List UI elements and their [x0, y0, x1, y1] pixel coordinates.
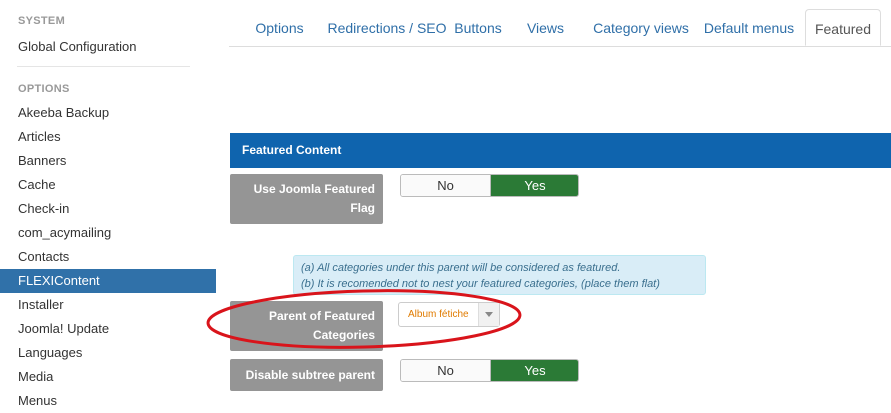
sidebar-item-contacts[interactable]: Contacts [0, 245, 216, 269]
sidebar-item-flexicontent[interactable]: FLEXIContent [0, 269, 216, 293]
sidebar-item-check-in[interactable]: Check-in [0, 197, 216, 221]
info-line-a: (a) All categories under this parent wil… [301, 262, 621, 274]
disable-subtree-no[interactable]: No [401, 360, 491, 381]
parent-featured-categories-label-text: Parent of Featured Categories [268, 309, 375, 342]
disable-subtree-yes[interactable]: Yes [491, 360, 578, 381]
use-featured-flag-no[interactable]: No [401, 175, 491, 196]
sidebar-item-articles[interactable]: Articles [0, 125, 216, 149]
sidebar-item-joomla-update[interactable]: Joomla! Update [0, 317, 216, 341]
settings-tabs: Options Redirections / SEO Buttons Views… [229, 9, 891, 47]
panel-header-featured-content: Featured Content [230, 133, 891, 168]
tab-views[interactable]: Views [516, 9, 575, 46]
disable-subtree-parent-label-text: Disable subtree parent [245, 367, 375, 382]
sidebar-item-cache[interactable]: Cache [0, 173, 216, 197]
sidebar-item-global-configuration[interactable]: Global Configuration [18, 39, 137, 54]
sidebar-item-media[interactable]: Media [0, 365, 216, 389]
tab-default-menus[interactable]: Default menus [699, 9, 799, 46]
use-featured-flag-label: Use Joomla Featured Flag [230, 174, 383, 224]
tab-category-views[interactable]: Category views [585, 9, 697, 46]
tab-buttons[interactable]: Buttons [442, 9, 514, 46]
disable-subtree-parent-label: Disable subtree parent [230, 359, 383, 391]
disable-subtree-parent-toggle: No Yes [400, 359, 579, 382]
sidebar-item-installer[interactable]: Installer [0, 293, 216, 317]
parent-featured-categories-label: Parent of Featured Categories [230, 301, 383, 351]
info-line-b: (b) It is recomended not to nest your fe… [301, 278, 660, 290]
use-featured-flag-label-text: Use Joomla Featured Flag [253, 182, 375, 215]
sidebar-divider [17, 66, 190, 67]
sidebar-item-menus[interactable]: Menus [0, 389, 216, 413]
chevron-down-icon[interactable] [478, 303, 499, 326]
sidebar-item-banners[interactable]: Banners [0, 149, 216, 173]
use-featured-flag-yes[interactable]: Yes [491, 175, 578, 196]
use-featured-flag-toggle: No Yes [400, 174, 579, 197]
sidebar-item-com-acymailing[interactable]: com_acymailing [0, 221, 216, 245]
featured-info-box: (a) All categories under this parent wil… [293, 255, 706, 295]
tab-featured[interactable]: Featured [805, 9, 881, 46]
sidebar-heading-system: SYSTEM [18, 15, 66, 27]
parent-featured-categories-value: Album fétiche [408, 309, 469, 320]
sidebar-heading-options: OPTIONS [18, 83, 70, 95]
sidebar: SYSTEM Global Configuration OPTIONS Akee… [0, 0, 216, 408]
sidebar-item-akeeba-backup[interactable]: Akeeba Backup [0, 101, 216, 125]
parent-featured-categories-select[interactable]: Album fétiche [398, 302, 500, 327]
sidebar-item-languages[interactable]: Languages [0, 341, 216, 365]
